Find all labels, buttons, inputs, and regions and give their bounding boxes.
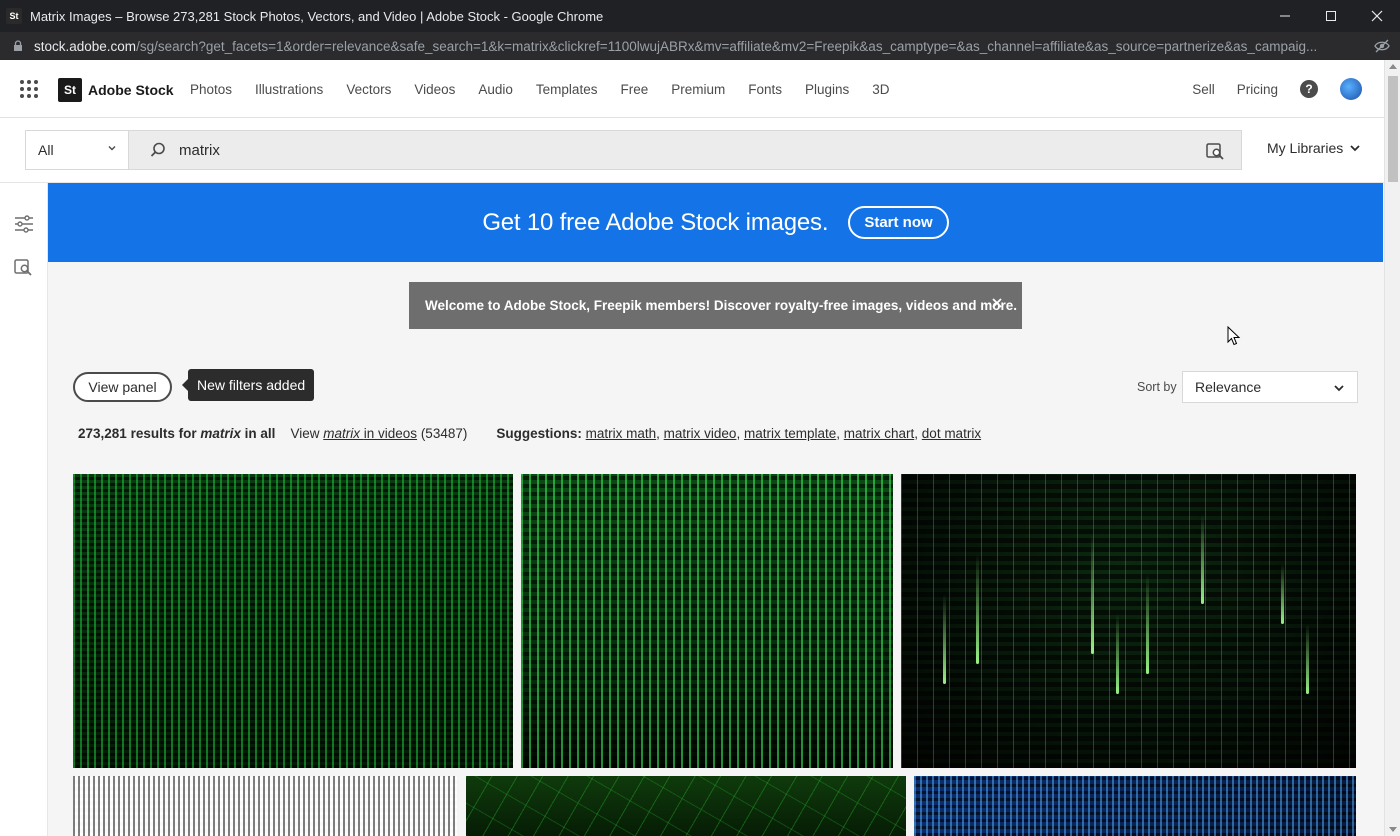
result-image[interactable] xyxy=(466,776,906,836)
nav-3d[interactable]: 3D xyxy=(872,82,889,97)
close-window-button[interactable] xyxy=(1354,0,1400,32)
avatar[interactable] xyxy=(1340,78,1362,100)
eye-off-icon[interactable] xyxy=(1374,38,1390,54)
search-scope-select[interactable]: All xyxy=(25,130,129,170)
chevron-down-icon xyxy=(1334,385,1344,392)
apps-grid-icon[interactable] xyxy=(20,80,38,98)
minimize-button[interactable] xyxy=(1262,0,1308,32)
nav-fonts[interactable]: Fonts xyxy=(748,82,782,97)
nav-free[interactable]: Free xyxy=(620,82,648,97)
help-icon[interactable]: ? xyxy=(1300,80,1318,98)
nav-templates[interactable]: Templates xyxy=(536,82,598,97)
suggestion-link[interactable]: matrix template xyxy=(744,426,836,441)
logo-text: Adobe Stock xyxy=(88,82,174,98)
minimize-icon xyxy=(1280,15,1290,17)
scroll-down-arrow[interactable] xyxy=(1389,827,1397,832)
view-panel-button[interactable]: View panel xyxy=(73,372,172,402)
promo-banner-text: Get 10 free Adobe Stock images. xyxy=(482,208,829,236)
favicon: St xyxy=(6,8,22,24)
suggestion-link[interactable]: matrix math xyxy=(586,426,657,441)
chevron-down-icon xyxy=(108,146,116,151)
logo-mark: St xyxy=(58,78,82,102)
nav-videos[interactable]: Videos xyxy=(414,82,455,97)
url-host: stock.adobe.com xyxy=(34,38,137,54)
new-filters-tooltip: New filters added xyxy=(181,369,315,401)
sell-link[interactable]: Sell xyxy=(1192,82,1215,97)
suggestions-label: Suggestions: xyxy=(496,426,582,441)
page-scrollbar[interactable] xyxy=(1384,60,1400,836)
results-term: matrix xyxy=(200,426,241,441)
filter-sliders-icon[interactable] xyxy=(13,213,35,235)
window-title: Matrix Images – Browse 273,281 Stock Pho… xyxy=(30,8,604,24)
visual-search-icon[interactable] xyxy=(1205,141,1225,161)
video-count: (53487) xyxy=(420,426,468,441)
sort-by-label: Sort by xyxy=(1137,380,1177,394)
results-count: 273,281 xyxy=(78,426,127,441)
nav-photos[interactable]: Photos xyxy=(190,82,232,97)
result-image[interactable] xyxy=(914,776,1356,836)
results-summary: 273,281 results for matrix in all View m… xyxy=(78,426,982,441)
suggestion-link[interactable]: matrix chart xyxy=(844,426,915,441)
nav-illustrations[interactable]: Illustrations xyxy=(255,82,323,97)
view-videos-term: matrix xyxy=(323,426,360,441)
site-header: St Adobe Stock Photos Illustrations Vect… xyxy=(0,60,1384,118)
sort-select-value: Relevance xyxy=(1195,379,1262,395)
visual-search-icon[interactable] xyxy=(13,257,35,279)
suggestion-link[interactable]: dot matrix xyxy=(922,426,981,441)
search-box xyxy=(128,130,1242,170)
nav-audio[interactable]: Audio xyxy=(478,82,513,97)
my-libraries-button[interactable]: My Libraries xyxy=(1267,140,1361,156)
url-text[interactable]: stock.adobe.com/sg/search?get_facets=1&o… xyxy=(34,39,1364,54)
pricing-link[interactable]: Pricing xyxy=(1237,82,1278,97)
search-icon xyxy=(150,142,165,157)
browser-title-bar: St Matrix Images – Browse 273,281 Stock … xyxy=(0,0,1400,32)
search-input[interactable] xyxy=(179,141,1179,159)
chevron-down-icon xyxy=(1350,145,1360,152)
view-videos-link[interactable]: matrix in videos xyxy=(323,426,417,441)
maximize-icon xyxy=(1326,11,1336,21)
url-path: /sg/search?get_facets=1&order=relevance&… xyxy=(136,38,1318,54)
results-in-all: in all xyxy=(244,426,276,441)
nav-plugins[interactable]: Plugins xyxy=(805,82,849,97)
welcome-toast-text: Welcome to Adobe Stock, Freepik members!… xyxy=(425,298,1017,313)
welcome-toast: Welcome to Adobe Stock, Freepik members!… xyxy=(409,282,1022,329)
mouse-cursor-icon xyxy=(1227,326,1241,346)
adobe-stock-logo[interactable]: St Adobe Stock xyxy=(58,78,174,102)
view-videos-text: in videos xyxy=(363,426,418,441)
result-image[interactable] xyxy=(901,474,1356,768)
nav-premium[interactable]: Premium xyxy=(671,82,725,97)
my-libraries-label: My Libraries xyxy=(1267,140,1344,156)
left-rail xyxy=(0,183,48,836)
close-icon[interactable] xyxy=(990,296,1004,310)
scrollbar-thumb[interactable] xyxy=(1388,76,1398,182)
result-image[interactable] xyxy=(521,474,893,768)
header-right: Sell Pricing ? xyxy=(1192,60,1384,118)
lock-icon xyxy=(14,40,22,51)
start-now-button[interactable]: Start now xyxy=(848,206,949,239)
sort-select[interactable]: Relevance xyxy=(1182,371,1358,403)
search-scope-value: All xyxy=(38,142,54,158)
suggestion-link[interactable]: matrix video xyxy=(664,426,737,441)
results-for-label: results for xyxy=(130,426,197,441)
maximize-button[interactable] xyxy=(1308,0,1354,32)
view-label: View xyxy=(290,426,320,441)
result-image[interactable] xyxy=(73,474,513,768)
result-image[interactable] xyxy=(73,776,457,836)
address-bar[interactable]: stock.adobe.com/sg/search?get_facets=1&o… xyxy=(0,32,1400,60)
promo-banner: Get 10 free Adobe Stock images. Start no… xyxy=(48,183,1383,262)
nav-vectors[interactable]: Vectors xyxy=(346,82,391,97)
search-bar-row: All My Libraries xyxy=(0,118,1384,183)
scroll-up-arrow[interactable] xyxy=(1389,64,1397,69)
close-icon xyxy=(1371,10,1383,22)
main-nav: Photos Illustrations Vectors Videos Audi… xyxy=(190,60,913,118)
